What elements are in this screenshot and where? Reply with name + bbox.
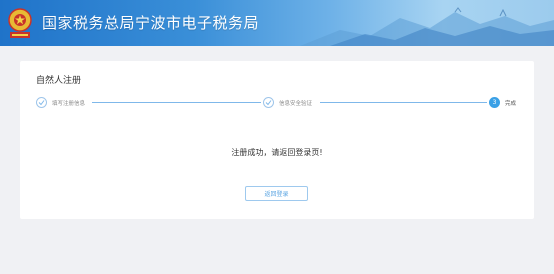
step-1-check-icon bbox=[36, 97, 47, 108]
step-2-label: 信息安全验证 bbox=[279, 101, 313, 107]
step-3-label: 完成 bbox=[505, 101, 517, 107]
success-message: 注册成功，请返回登录页! bbox=[231, 148, 323, 157]
step-connector bbox=[92, 102, 261, 103]
back-to-login-button[interactable]: 返回登录 bbox=[245, 186, 308, 201]
step-2-check-icon bbox=[263, 97, 274, 108]
step-3-number: 3 bbox=[489, 97, 500, 108]
step-connector bbox=[320, 102, 487, 103]
card-title: 自然人注册 bbox=[36, 76, 82, 86]
page-header: 国家税务总局宁波市电子税务局 bbox=[0, 0, 554, 46]
registration-card: 自然人注册 填写注册信息 信息安全验证 3 完成 注册成功，请返回登录页! 返回… bbox=[20, 61, 534, 219]
site-title: 国家税务总局宁波市电子税务局 bbox=[42, 14, 260, 32]
tax-emblem-icon bbox=[8, 8, 32, 38]
step-1-label: 填写注册信息 bbox=[52, 101, 86, 107]
progress-steps: 填写注册信息 信息安全验证 3 完成 bbox=[20, 97, 534, 111]
